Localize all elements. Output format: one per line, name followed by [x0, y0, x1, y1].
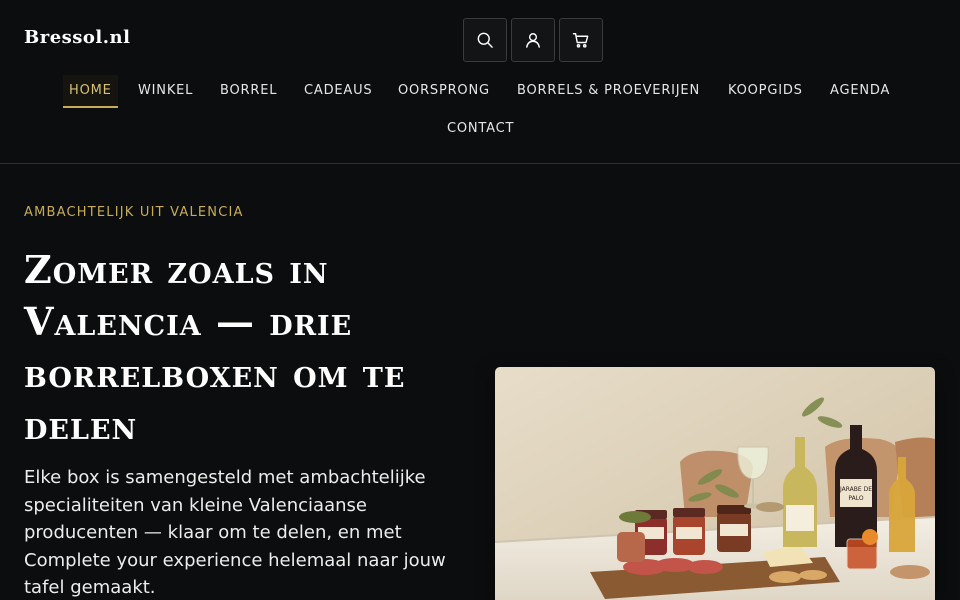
search-button[interactable]: [463, 18, 507, 62]
nav-item-agenda[interactable]: AGENDA: [830, 82, 890, 100]
account-button[interactable]: [511, 18, 555, 62]
nav-item-borrels-proeverijen[interactable]: BORRELS & PROEVERIJEN: [517, 82, 700, 100]
hero-image: JARABE DE PALO: [495, 367, 935, 600]
nav-item-home[interactable]: HOME: [63, 75, 118, 108]
hero-eyebrow: AMBACHTELIJK UIT VALENCIA: [24, 205, 244, 220]
svg-text:PALO: PALO: [848, 495, 863, 502]
hero-title: Zomer zoals in Valencia — drie borrelbox…: [24, 247, 406, 448]
nav-item-borrel[interactable]: BORREL: [220, 82, 277, 100]
site-header: Bressol.nl HOME WINKEL BORREL CADEAUS OO…: [0, 0, 960, 164]
nav-item-oorsprong[interactable]: OORSPRONG: [398, 82, 490, 100]
nav-item-winkel[interactable]: WINKEL: [138, 82, 193, 100]
nav-item-cadeaus[interactable]: CADEAUS: [304, 82, 372, 100]
bottle-label: JARABE DE: [839, 486, 872, 493]
nav-item-koopgids[interactable]: KOOPGIDS: [728, 82, 803, 100]
cart-icon: [572, 33, 589, 48]
search-icon: [477, 32, 493, 48]
user-icon: [526, 33, 540, 48]
cart-button[interactable]: [559, 18, 603, 62]
borrel-table-illustration: JARABE DE PALO: [495, 367, 935, 600]
site-logo[interactable]: Bressol.nl: [24, 27, 130, 48]
hero-description: Elke box is samengesteld met ambachtelij…: [24, 467, 446, 598]
nav-item-contact[interactable]: CONTACT: [447, 120, 514, 138]
